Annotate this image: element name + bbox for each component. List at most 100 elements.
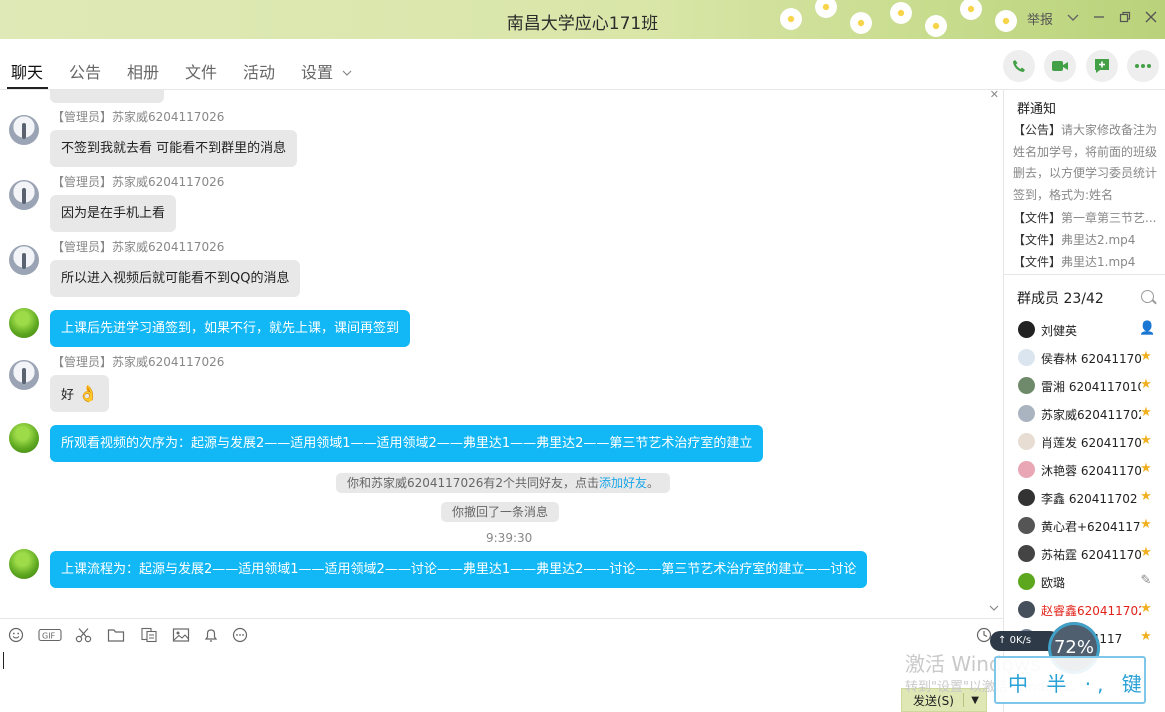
member-item[interactable]: 赵睿鑫620411702 ★ bbox=[1018, 599, 1164, 619]
input-toolbar: GIF bbox=[0, 618, 1003, 652]
avatar[interactable] bbox=[9, 549, 39, 579]
chevron-down-icon[interactable] bbox=[1067, 11, 1079, 26]
avatar[interactable] bbox=[9, 360, 39, 390]
tab-files[interactable]: 文件 bbox=[185, 59, 217, 83]
avatar bbox=[1018, 545, 1035, 562]
member-name: 李鑫 620411702 bbox=[1041, 492, 1138, 506]
group-notice-title: 群通知 bbox=[1017, 102, 1057, 117]
tab-album[interactable]: 相册 bbox=[127, 59, 159, 83]
close-icon[interactable] bbox=[1145, 11, 1157, 27]
file-name: 弗里达2.mp4 bbox=[1061, 233, 1136, 247]
admin-icon: ★ bbox=[1140, 433, 1152, 448]
active-tab-indicator bbox=[7, 87, 48, 89]
member-item[interactable]: 李鑫 620411702 ★ bbox=[1018, 487, 1164, 507]
tab-chat[interactable]: 聊天 bbox=[11, 59, 43, 83]
right-panel: 群通知 【公告】请大家修改备注为姓名加学号，将前面的班级删去，以方便学习委员统计… bbox=[1003, 90, 1165, 712]
member-item[interactable]: 苏家威620411702 ★ bbox=[1018, 403, 1164, 423]
folder-icon[interactable] bbox=[107, 627, 125, 645]
scissors-icon[interactable] bbox=[75, 627, 93, 645]
file-notice-item[interactable]: 【文件】弗里达1.mp4 bbox=[1013, 253, 1135, 270]
emoji-icon[interactable] bbox=[7, 627, 25, 645]
add-chat-button[interactable] bbox=[1086, 50, 1118, 82]
message-bubble: 因为是在手机上看 bbox=[50, 195, 177, 232]
svg-text:GIF: GIF bbox=[42, 632, 56, 641]
ime-toolbar[interactable]: 中 半 ·, 键 bbox=[994, 656, 1146, 704]
tab-activity[interactable]: 活动 bbox=[243, 59, 275, 83]
tab-settings[interactable]: 设置 bbox=[301, 59, 352, 83]
system-notice-recalled: 你撤回了一条消息 bbox=[441, 502, 560, 522]
window-title: 南昌大学应心171班 bbox=[506, 14, 659, 34]
avatar[interactable] bbox=[9, 423, 39, 453]
avatar bbox=[1018, 517, 1035, 534]
member-item[interactable]: 苏祐霆 62041170 ★ bbox=[1018, 543, 1164, 563]
message-bubble: 好 👌 bbox=[50, 375, 110, 412]
add-friend-link[interactable]: 添加好友 bbox=[599, 476, 647, 490]
message-text: 好 bbox=[61, 388, 75, 403]
member-item[interactable]: 沐艳蓉 62041170 ★ bbox=[1018, 459, 1164, 479]
member-name: 刘健英 bbox=[1041, 324, 1078, 338]
member-item[interactable]: 雷湘 6204117010 ★ bbox=[1018, 375, 1164, 395]
avatar bbox=[1018, 321, 1035, 338]
gif-icon[interactable]: GIF bbox=[38, 627, 62, 645]
avatar[interactable] bbox=[9, 115, 39, 145]
bell-icon[interactable] bbox=[202, 627, 220, 645]
message-sender: 【管理员】苏家威6204117026 bbox=[52, 110, 225, 124]
file-notice-item[interactable]: 【文件】第一章第三节艺... bbox=[1013, 209, 1156, 226]
avatar[interactable] bbox=[9, 180, 39, 210]
file-notice-item[interactable]: 【文件】弗里达2.mp4 bbox=[1013, 231, 1135, 248]
scroll-down-icon[interactable] bbox=[989, 602, 999, 615]
tab-announcement[interactable]: 公告 bbox=[69, 59, 101, 83]
video-call-icon bbox=[1052, 61, 1068, 71]
chat-message-list[interactable]: ✕ 【管理员】苏家威6204117026 不签到我就去看 可能看不到群里的消息 … bbox=[0, 90, 1003, 618]
member-name: 侯春林 62041170 bbox=[1041, 352, 1141, 366]
admin-icon: ★ bbox=[1140, 517, 1152, 532]
group-announcement[interactable]: 【公告】请大家修改备注为姓名加学号，将前面的班级删去，以方便学习委员统计签到，格… bbox=[1013, 120, 1163, 206]
tab-bar: 聊天 公告 相册 文件 活动 设置 bbox=[0, 39, 1165, 90]
file-tag: 【文件】 bbox=[1013, 233, 1062, 247]
announcement-tag: 【公告】 bbox=[1013, 123, 1062, 137]
avatar[interactable] bbox=[9, 308, 39, 338]
message-bubble: 上课后先进学习通签到，如果不行，就先上课，课间再签到 bbox=[50, 310, 411, 347]
close-icon[interactable]: ✕ bbox=[990, 90, 999, 101]
member-name: 黄心君+62041170 bbox=[1041, 520, 1141, 534]
minimize-icon[interactable] bbox=[1093, 11, 1105, 27]
avatar bbox=[1018, 349, 1035, 366]
member-item[interactable]: 刘健英 👤 bbox=[1018, 319, 1164, 339]
chevron-down-icon[interactable]: ▼ bbox=[964, 695, 986, 706]
doc-icon[interactable] bbox=[140, 627, 158, 645]
system-notice-common-friends: 你和苏家威6204117026有2个共同好友，点击添加好友。 bbox=[336, 473, 671, 493]
member-name: 苏家威620411702 bbox=[1041, 408, 1141, 422]
panel-divider bbox=[1004, 274, 1165, 275]
search-icon[interactable] bbox=[1141, 290, 1154, 303]
admin-icon: ★ bbox=[1140, 489, 1152, 504]
more-icon[interactable] bbox=[231, 627, 249, 645]
upload-arrow-icon: ↑ bbox=[998, 635, 1007, 646]
title-bar: 南昌大学应心171班 举报 bbox=[0, 0, 1165, 39]
admin-icon: ★ bbox=[1140, 405, 1152, 420]
video-call-button[interactable] bbox=[1044, 50, 1076, 82]
file-tag: 【文件】 bbox=[1013, 211, 1062, 225]
edit-icon[interactable]: ✎ bbox=[1139, 574, 1153, 588]
chevron-down-icon bbox=[342, 70, 352, 76]
message-input[interactable] bbox=[0, 652, 1003, 712]
avatar bbox=[1018, 573, 1035, 590]
report-button[interactable]: 举报 bbox=[1027, 9, 1053, 28]
voice-call-button[interactable] bbox=[1003, 50, 1035, 82]
message-bubble: 所观看视频的次序为：起源与发展2——适用领域1——适用领域2——弗里达1——弗里… bbox=[50, 425, 764, 462]
member-item[interactable]: 侯春林 62041170 ★ bbox=[1018, 347, 1164, 367]
restore-icon[interactable] bbox=[1119, 11, 1131, 27]
system-notice-text: 你和苏家威6204117026有2个共同好友，点击 bbox=[347, 476, 599, 490]
member-item[interactable]: 黄心君+62041170 ★ bbox=[1018, 515, 1164, 535]
avatar bbox=[1018, 377, 1035, 394]
member-item[interactable]: 欧璐 ✎ bbox=[1018, 571, 1164, 591]
more-button[interactable] bbox=[1127, 50, 1159, 82]
member-item[interactable]: 肖莲发 62041170 ★ bbox=[1018, 431, 1164, 451]
more-icon bbox=[1135, 64, 1151, 68]
image-icon[interactable] bbox=[172, 627, 190, 645]
avatar bbox=[1018, 461, 1035, 478]
avatar[interactable] bbox=[9, 245, 39, 275]
group-owner-icon: 👤 bbox=[1139, 321, 1156, 336]
avatar bbox=[1018, 433, 1035, 450]
avatar bbox=[1018, 601, 1035, 618]
add-chat-icon bbox=[1095, 59, 1109, 73]
